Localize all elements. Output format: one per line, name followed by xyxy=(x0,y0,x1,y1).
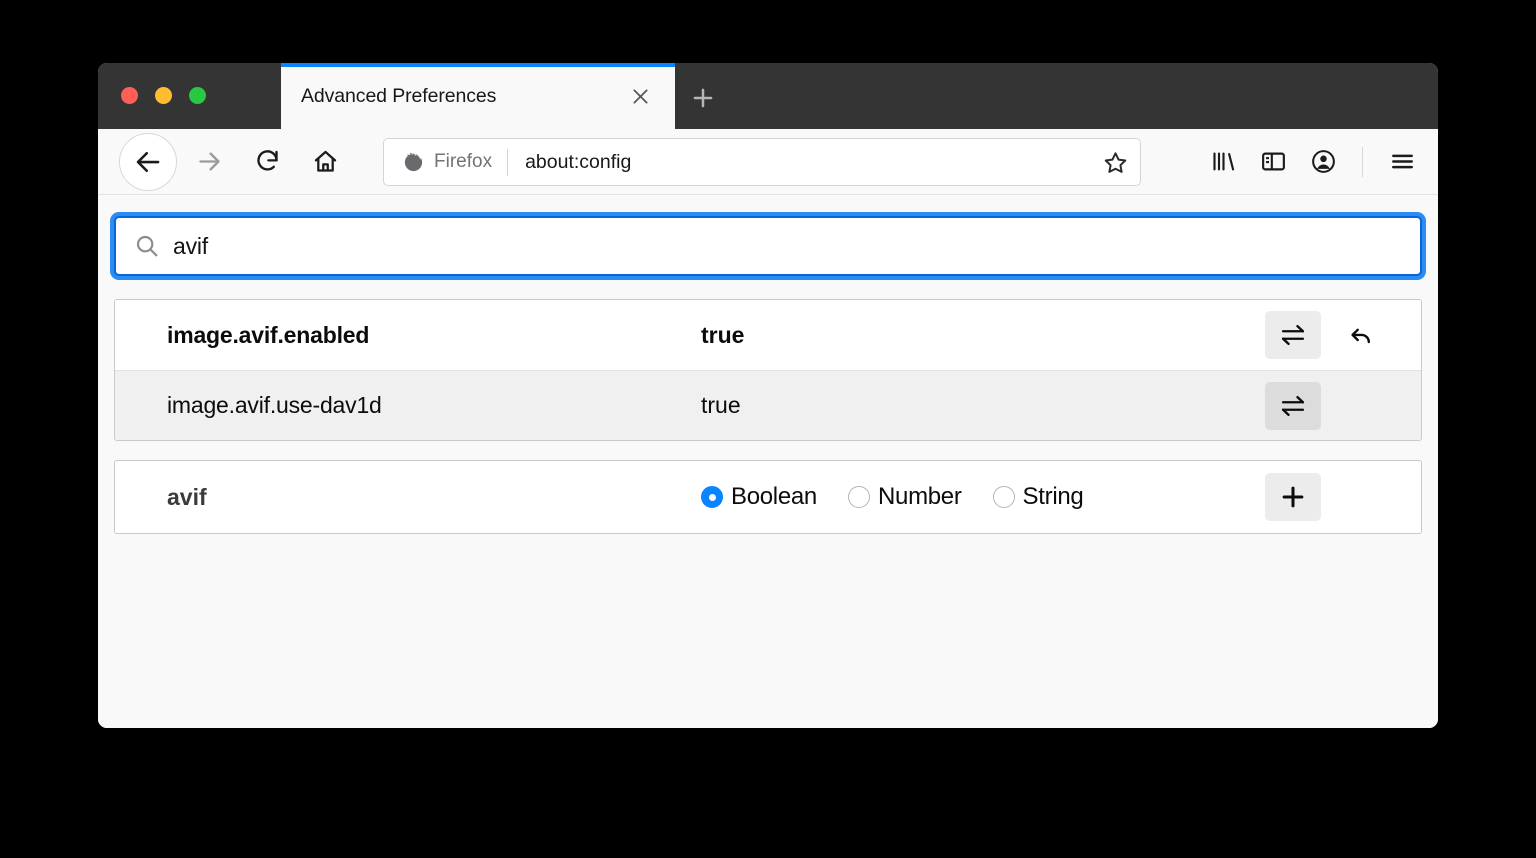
menu-button[interactable] xyxy=(1380,140,1424,184)
arrow-right-icon xyxy=(196,148,223,175)
preferences-list: image.avif.enabled true xyxy=(114,299,1422,441)
search-input[interactable]: avif xyxy=(114,216,1422,276)
hamburger-menu-icon xyxy=(1389,148,1416,175)
search-row: avif xyxy=(114,216,1422,276)
close-window-button[interactable] xyxy=(121,87,138,104)
home-button[interactable] xyxy=(303,140,347,184)
sidebar-button[interactable] xyxy=(1251,140,1295,184)
plus-icon xyxy=(690,85,716,111)
account-button[interactable] xyxy=(1301,140,1345,184)
account-icon xyxy=(1310,148,1337,175)
new-pref-type-group: Boolean Number String xyxy=(701,483,1265,511)
table-row[interactable]: image.avif.enabled true xyxy=(115,300,1421,370)
add-preference-row: avif Boolean Number String xyxy=(114,460,1422,534)
browser-window: Advanced Preferences xyxy=(98,63,1438,728)
close-icon[interactable] xyxy=(623,79,657,113)
pref-actions xyxy=(1265,382,1405,430)
pref-actions xyxy=(1265,311,1405,359)
undo-arrow-icon[interactable] xyxy=(1333,311,1389,359)
reload-icon xyxy=(254,148,281,175)
toolbar-separator xyxy=(1362,147,1363,177)
radio-string-mark xyxy=(993,486,1015,508)
minimize-window-button[interactable] xyxy=(155,87,172,104)
radio-number[interactable]: Number xyxy=(848,483,962,511)
new-tab-button[interactable] xyxy=(683,78,723,118)
new-pref-name: avif xyxy=(167,484,701,511)
maximize-window-button[interactable] xyxy=(189,87,206,104)
radio-string-label: String xyxy=(1023,483,1084,511)
toggle-arrows-icon[interactable] xyxy=(1265,382,1321,430)
url-text[interactable]: about:config xyxy=(508,151,1092,174)
radio-boolean-label: Boolean xyxy=(731,483,817,511)
about-config-page: avif image.avif.enabled true xyxy=(98,195,1438,728)
pref-value: true xyxy=(701,322,1265,349)
add-preference-button[interactable] xyxy=(1265,473,1321,521)
radio-boolean[interactable]: Boolean xyxy=(701,483,817,511)
forward-button xyxy=(187,140,231,184)
reload-button[interactable] xyxy=(245,140,289,184)
plus-icon xyxy=(1279,483,1307,511)
radio-number-label: Number xyxy=(878,483,962,511)
window-controls xyxy=(121,87,206,104)
firefox-logo-icon xyxy=(402,151,425,174)
arrow-left-icon xyxy=(133,147,163,177)
screen: Advanced Preferences xyxy=(0,0,1536,858)
table-row[interactable]: image.avif.use-dav1d true xyxy=(115,370,1421,440)
pref-name: image.avif.enabled xyxy=(167,322,701,349)
radio-boolean-mark xyxy=(701,486,723,508)
star-icon[interactable] xyxy=(1092,139,1138,185)
pref-value: true xyxy=(701,392,1265,419)
radio-string[interactable]: String xyxy=(993,483,1084,511)
toolbar-actions xyxy=(1201,129,1424,194)
add-actions xyxy=(1265,473,1405,521)
identity-label: Firefox xyxy=(434,151,492,173)
address-bar[interactable]: Firefox about:config xyxy=(383,138,1141,186)
navigation-toolbar: Firefox about:config xyxy=(98,129,1438,195)
tab-title: Advanced Preferences xyxy=(301,85,623,108)
back-button[interactable] xyxy=(119,133,177,191)
library-button[interactable] xyxy=(1201,140,1245,184)
pref-name: image.avif.use-dav1d xyxy=(167,392,701,419)
tab-advanced-preferences[interactable]: Advanced Preferences xyxy=(281,63,675,129)
search-icon xyxy=(134,233,160,259)
toggle-arrows-icon[interactable] xyxy=(1265,311,1321,359)
sidebar-icon xyxy=(1260,148,1287,175)
identity-box[interactable]: Firefox xyxy=(384,139,507,185)
search-value: avif xyxy=(173,233,208,260)
tab-bar: Advanced Preferences xyxy=(98,63,1438,129)
radio-number-mark xyxy=(848,486,870,508)
home-icon xyxy=(312,148,339,175)
library-icon xyxy=(1210,148,1237,175)
